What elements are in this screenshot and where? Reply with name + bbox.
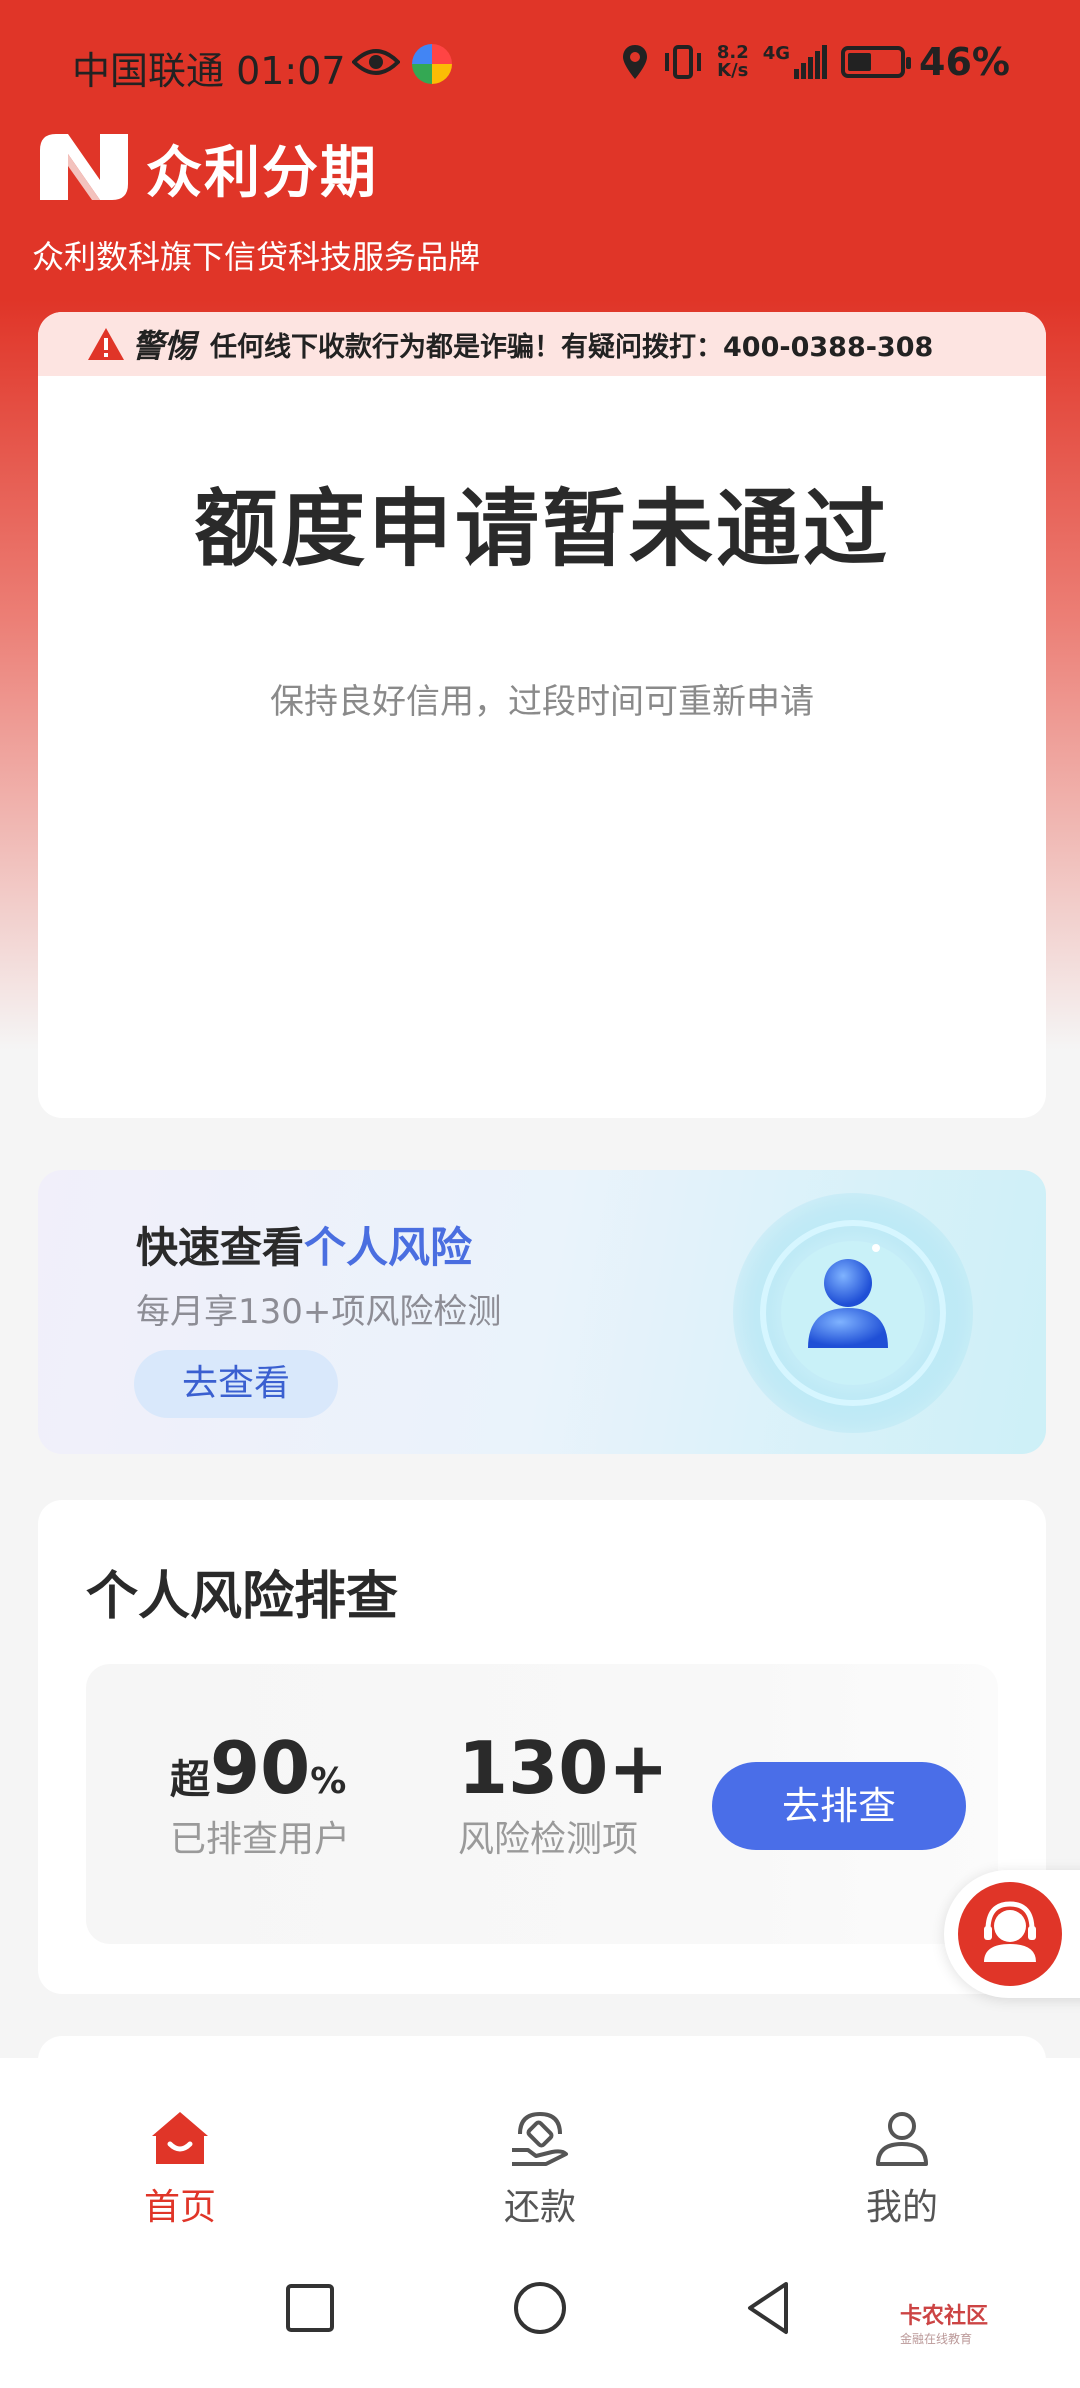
nav-mine[interactable]: 我的 [822,2106,982,2230]
net-speed: 8.2 K/s [717,44,749,80]
warning-icon [88,328,124,360]
vibrate-icon [664,45,701,79]
risk-banner-title-highlight: 个人风险 [304,1223,473,1272]
brand-logo-icon [40,134,128,200]
customer-service-float[interactable] [944,1870,1080,1998]
stat-users-prefix: 超 [170,1757,210,1803]
stat-users-value: 90 [210,1726,311,1810]
application-subtitle: 保持良好信用，过段时间可重新申请 [270,682,814,722]
nav-home[interactable]: 首页 [100,2106,260,2230]
signal-icon: 4G [762,43,828,79]
stat-items-value: 130+ [458,1726,669,1810]
home-circle-icon[interactable] [510,2278,570,2338]
stat-users-label: 已排查用户 [170,1819,351,1860]
stat-users-suffix: % [310,1761,347,1802]
risk-banner-title-prefix: 快速查看 [136,1223,305,1272]
risk-banner-title: 快速查看个人风险 [136,1214,472,1275]
customer-service-button[interactable] [958,1882,1062,1986]
risk-check-card: 个人风险排查 超90% 已排查用户 130+ 风险检测项 去排查 [38,1500,1046,1994]
watermark: 卡农社区 金融在线教育 [900,2298,988,2347]
status-right-group: 8.2 K/s 4G 46% [621,40,1010,84]
net-speed-unit: K/s [717,60,749,81]
application-title: 额度申请暂未通过 [193,480,890,578]
risk-check-stats: 超90% 已排查用户 130+ 风险检测项 去排查 [86,1664,998,1944]
user-icon [876,2112,928,2166]
location-icon [622,45,647,79]
risk-check-title: 个人风险排查 [86,1567,399,1627]
nav-mine-label: 我的 [865,2187,938,2228]
battery-icon [841,46,912,78]
status-bar: 中国联通 01:07 8.2 K/s 4G 46% [0,0,1080,130]
watermark-subtitle: 金融在线教育 [900,2332,973,2346]
repay-icon [512,2111,568,2166]
warning-text: 任何线下收款行为都是诈骗！有疑问拨打：400-0388-308 [210,331,934,363]
fraud-warning-bar: 警惕 任何线下收款行为都是诈骗！有疑问拨打：400-0388-308 [38,312,1046,376]
warning-label: 警惕 [132,327,197,365]
application-status-card: 警惕 任何线下收款行为都是诈骗！有疑问拨打：400-0388-308 额度申请暂… [38,312,1046,1118]
brand-subtitle: 众利数科旗下信贷科技服务品牌 [32,238,481,276]
watermark-title: 卡农社区 [900,2304,989,2329]
risk-banner[interactable]: 快速查看个人风险 每月享130+项风险检测 去查看 [38,1170,1046,1454]
back-triangle-icon[interactable] [740,2278,800,2338]
view-risk-button[interactable]: 去查看 [134,1350,338,1418]
stat-items: 130+ 风险检测项 [458,1726,669,1862]
recent-apps-icon[interactable] [280,2278,340,2338]
network-type: 4G [762,43,791,64]
eye-icon [352,49,400,75]
status-carrier-time: 中国联通 01:07 [72,49,346,93]
nav-home-label: 首页 [143,2187,216,2228]
home-icon [152,2112,208,2164]
bottom-nav: 首页 还款 我的 [0,2058,1080,2238]
headset-agent-icon [984,1901,1036,1962]
stat-users: 超90% 已排查用户 [170,1726,350,1862]
start-check-button[interactable]: 去排查 [712,1762,966,1850]
nav-repay[interactable]: 还款 [460,2106,620,2230]
nav-repay-label: 还款 [503,2187,576,2228]
brand-name: 众利分期 [146,141,378,206]
risk-banner-subtitle: 每月享130+项风险检测 [136,1292,502,1332]
risk-user-illustration-icon [733,1193,973,1433]
app-notification-icon [412,44,452,84]
battery-percent: 46% [919,40,1010,84]
stat-items-label: 风险检测项 [458,1819,639,1860]
